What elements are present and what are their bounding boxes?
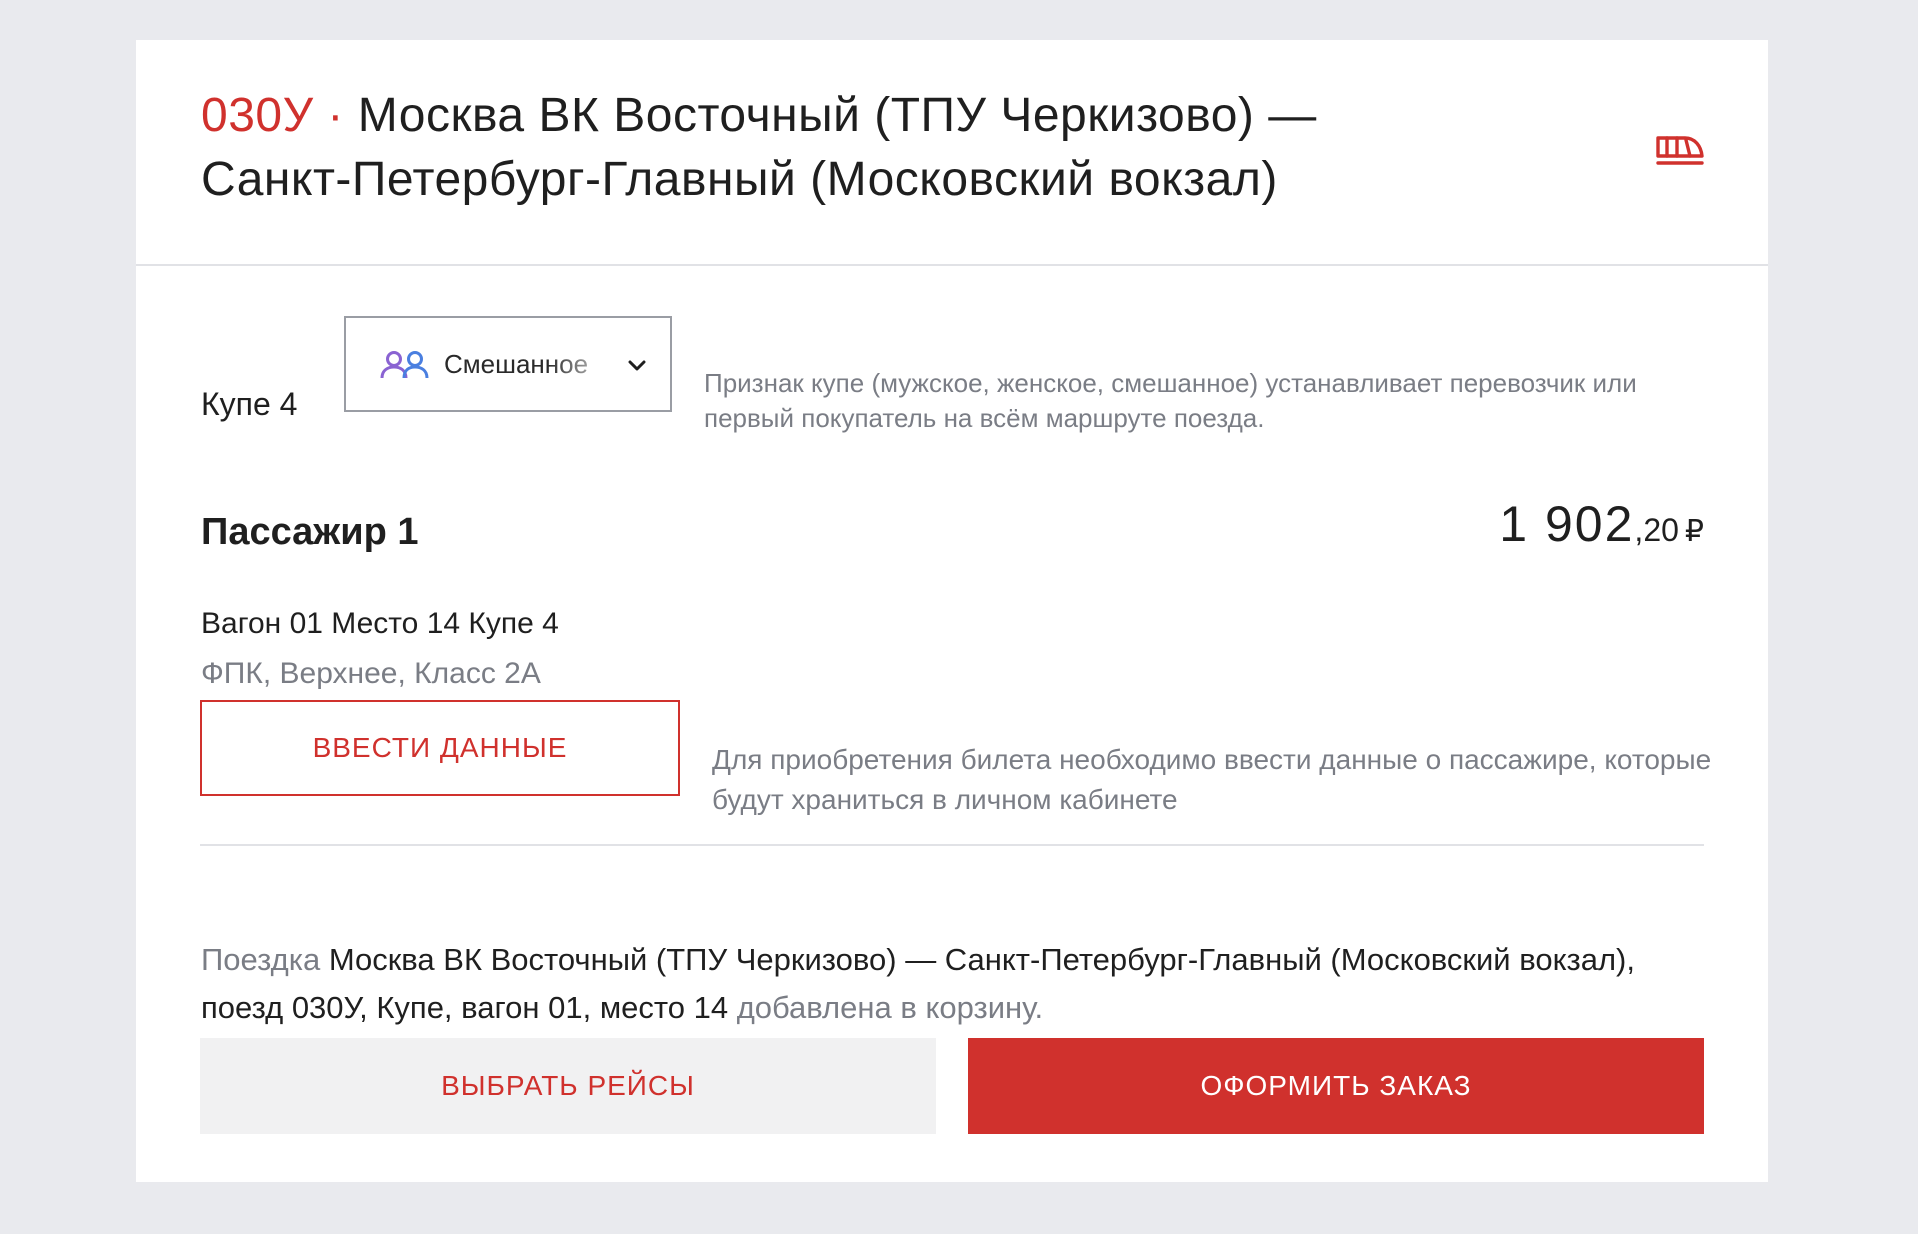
- enter-data-hint: Для приобретения билета необходимо ввест…: [712, 744, 1712, 815]
- choose-trips-button[interactable]: ВЫБРАТЬ РЕЙСЫ: [200, 1038, 936, 1134]
- compartment-label: Купе 4: [201, 386, 298, 422]
- card-header: 030У · Москва ВК Восточный (ТПУ Черкизов…: [136, 40, 1768, 266]
- route-title: 030У · Москва ВК Восточный (ТПУ Черкизов…: [201, 84, 1621, 212]
- compartment-type-value: Смешанное: [444, 349, 589, 379]
- train-icon: [1656, 136, 1704, 165]
- passenger-title: Пассажир 1: [201, 511, 419, 553]
- price-main: 1 902: [1499, 496, 1635, 552]
- route-line-1: Москва ВК Восточный (ТПУ Черкизово) —: [357, 89, 1317, 142]
- enter-passenger-data-button[interactable]: ВВЕСТИ ДАННЫЕ: [200, 700, 680, 796]
- ticket-price: 1 902,20 ₽: [1499, 494, 1704, 562]
- ticket-card: 030У · Москва ВК Восточный (ТПУ Черкизов…: [136, 40, 1768, 1182]
- price-currency: ₽: [1684, 515, 1704, 548]
- cart-added-message: Поездка Москва ВК Восточный (ТПУ Черкизо…: [201, 936, 1711, 1032]
- chevron-down-icon: [628, 360, 646, 371]
- divider: [200, 844, 1704, 846]
- cart-message-prefix: Поездка: [201, 942, 321, 977]
- seat-details: ФПК, Верхнее, Класс 2А: [201, 657, 541, 690]
- title-separator: ·: [327, 89, 344, 142]
- people-icon: [380, 351, 429, 379]
- cart-message-suffix: добавлена в корзину.: [736, 990, 1044, 1025]
- compartment-hint: Признак купе (мужское, женское, смешанно…: [704, 368, 1637, 433]
- train-code: 030У: [201, 89, 314, 142]
- route-line-2: Санкт-Петербург-Главный (Московский вокз…: [201, 153, 1278, 206]
- seat-info: Вагон 01 Место 14 Купе 4: [201, 607, 559, 640]
- compartment-type-select[interactable]: Смешанное: [344, 316, 672, 412]
- price-fraction: ,20: [1634, 512, 1679, 548]
- place-order-button[interactable]: ОФОРМИТЬ ЗАКАЗ: [968, 1038, 1704, 1134]
